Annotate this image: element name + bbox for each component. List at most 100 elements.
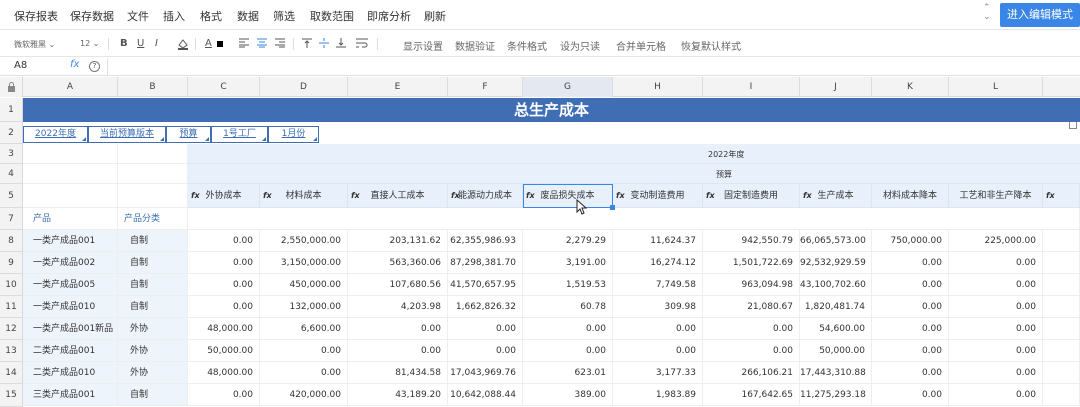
column-header-a[interactable]: A [23, 77, 118, 97]
valign-top-icon[interactable] [302, 38, 312, 51]
value-cell[interactable]: 0.00 [949, 318, 1043, 340]
menu-insert[interactable]: 插入 [163, 8, 185, 24]
value-cell[interactable]: 0.00 [348, 318, 448, 340]
menu-data-range[interactable]: 取数范围 [310, 8, 354, 24]
row-header-11[interactable]: 11 [0, 296, 23, 318]
value-cell[interactable]: 3,177.33 [613, 362, 703, 384]
row-header-3[interactable]: 3 [0, 144, 23, 164]
value-cell[interactable]: 17,443,310.88 [800, 362, 872, 384]
valign-bottom-icon[interactable] [336, 38, 346, 51]
row-header-7[interactable]: 7 [0, 208, 23, 230]
value-cell[interactable]: 0.00 [872, 340, 949, 362]
measure-header-outsourcing[interactable]: fx 外协成本 [188, 184, 260, 208]
filter-scenario[interactable]: 预算 [166, 126, 211, 143]
value-cell[interactable]: 203,131.62 [348, 230, 448, 252]
category-cell[interactable]: 自制 [118, 274, 188, 296]
row-header-13[interactable]: 13 [0, 340, 23, 362]
cell-a5[interactable] [23, 184, 118, 208]
value-cell[interactable]: 50,000.00 [800, 340, 872, 362]
align-center-icon[interactable] [257, 38, 267, 51]
row-header-5[interactable]: 5 [0, 184, 23, 208]
value-cell[interactable]: 0.00 [703, 318, 800, 340]
value-cell[interactable]: 266,106.21 [703, 362, 800, 384]
value-cell[interactable]: 0.00 [949, 340, 1043, 362]
cell-b4[interactable] [118, 164, 188, 184]
value-cell[interactable]: 60.78 [523, 296, 613, 318]
data-validation-button[interactable]: 数据验证 [455, 38, 495, 53]
value-cell[interactable]: 0.00 [872, 318, 949, 340]
help-icon[interactable]: ? [89, 61, 100, 72]
column-header-j[interactable]: J [800, 77, 872, 97]
wrap-text-icon[interactable] [356, 38, 368, 51]
font-color-button[interactable]: A [205, 38, 212, 49]
measure-header-energy[interactable]: fx 能源动力成本 [448, 184, 523, 208]
value-cell[interactable]: 0.00 [613, 340, 703, 362]
value-cell[interactable]: 2,550,000.00 [260, 230, 348, 252]
align-right-icon[interactable] [275, 38, 285, 51]
column-header-d[interactable]: D [260, 77, 348, 97]
value-cell[interactable] [1043, 340, 1080, 362]
valign-middle-icon[interactable] [319, 38, 329, 51]
value-cell[interactable]: 48,000.00 [188, 362, 260, 384]
column-header-l[interactable]: L [949, 77, 1043, 97]
row-header-2[interactable]: 2 [0, 122, 23, 144]
set-readonly-button[interactable]: 设为只读 [560, 38, 600, 53]
value-cell[interactable] [1043, 296, 1080, 318]
value-cell[interactable]: 1,662,826.32 [448, 296, 523, 318]
product-cell[interactable]: 一类产成品010 [23, 296, 118, 318]
value-cell[interactable] [1043, 252, 1080, 274]
value-cell[interactable]: 0.00 [260, 362, 348, 384]
category-cell[interactable]: 自制 [118, 296, 188, 318]
value-cell[interactable]: 17,043,969.76 [448, 362, 523, 384]
column-header-f[interactable]: F [448, 77, 523, 97]
value-cell[interactable]: 0.00 [188, 296, 260, 318]
category-cell[interactable]: 外协 [118, 362, 188, 384]
value-cell[interactable]: 0.00 [188, 384, 260, 406]
value-cell[interactable]: 81,434.58 [348, 362, 448, 384]
function-icon[interactable]: fx [70, 59, 79, 70]
product-cell[interactable]: 三类产成品001 [23, 384, 118, 406]
row-header-8[interactable]: 8 [0, 230, 23, 252]
value-cell[interactable]: 4,203.98 [348, 296, 448, 318]
measure-header-direct-labor[interactable]: fx 直接人工成本 [348, 184, 448, 208]
filter-month[interactable]: 1月份 [268, 126, 319, 143]
measure-header-production-cost[interactable]: fx 生产成本 [800, 184, 872, 208]
collapse-chevron-icon[interactable]: ⌃ ⌄ [983, 4, 991, 22]
value-cell[interactable]: 167,642.65 [703, 384, 800, 406]
value-cell[interactable]: 3,191.00 [523, 252, 613, 274]
value-cell[interactable]: 11,624.37 [613, 230, 703, 252]
value-cell[interactable] [1043, 274, 1080, 296]
bold-button[interactable]: B [120, 38, 128, 49]
cell-reference[interactable]: A8 [14, 60, 27, 71]
row-header-14[interactable]: 14 [0, 362, 23, 384]
measure-header-next[interactable]: fx [1043, 184, 1080, 208]
value-cell[interactable]: 0.00 [872, 274, 949, 296]
value-cell[interactable]: 0.00 [448, 318, 523, 340]
measure-header-process-reduction[interactable]: 工艺和非生产降本 [949, 184, 1043, 208]
value-cell[interactable]: 0.00 [872, 384, 949, 406]
cell-a3[interactable] [23, 144, 118, 164]
value-cell[interactable]: 450,000.00 [260, 274, 348, 296]
product-cell[interactable]: 二类产成品001 [23, 340, 118, 362]
cell-b5[interactable] [118, 184, 188, 208]
cell-a4[interactable] [23, 164, 118, 184]
value-cell[interactable]: 942,550.79 [703, 230, 800, 252]
category-cell[interactable]: 自制 [118, 384, 188, 406]
product-cell[interactable]: 一类产成品001新品 [23, 318, 118, 340]
value-cell[interactable]: 43,100,702.60 [800, 274, 872, 296]
value-cell[interactable]: 750,000.00 [872, 230, 949, 252]
column-header-c[interactable]: C [188, 77, 260, 97]
menu-save-data[interactable]: 保存数据 [70, 8, 114, 24]
value-cell[interactable]: 0.00 [348, 340, 448, 362]
category-cell[interactable]: 外协 [118, 340, 188, 362]
row-header-4[interactable]: 4 [0, 164, 23, 184]
filter-budget-version[interactable]: 当前预算版本 [88, 126, 166, 143]
value-cell[interactable]: 1,501,722.69 [703, 252, 800, 274]
value-cell[interactable]: 0.00 [872, 296, 949, 318]
value-cell[interactable]: 0.00 [523, 340, 613, 362]
measure-header-scrap-loss[interactable]: fx 废品损失成本 [523, 184, 613, 208]
measure-header-fixed-overhead[interactable]: fx 固定制造费用 [703, 184, 800, 208]
italic-button[interactable]: I [155, 38, 158, 49]
value-cell[interactable]: 11,275,293.18 [800, 384, 872, 406]
column-header-k[interactable]: K [872, 77, 949, 97]
